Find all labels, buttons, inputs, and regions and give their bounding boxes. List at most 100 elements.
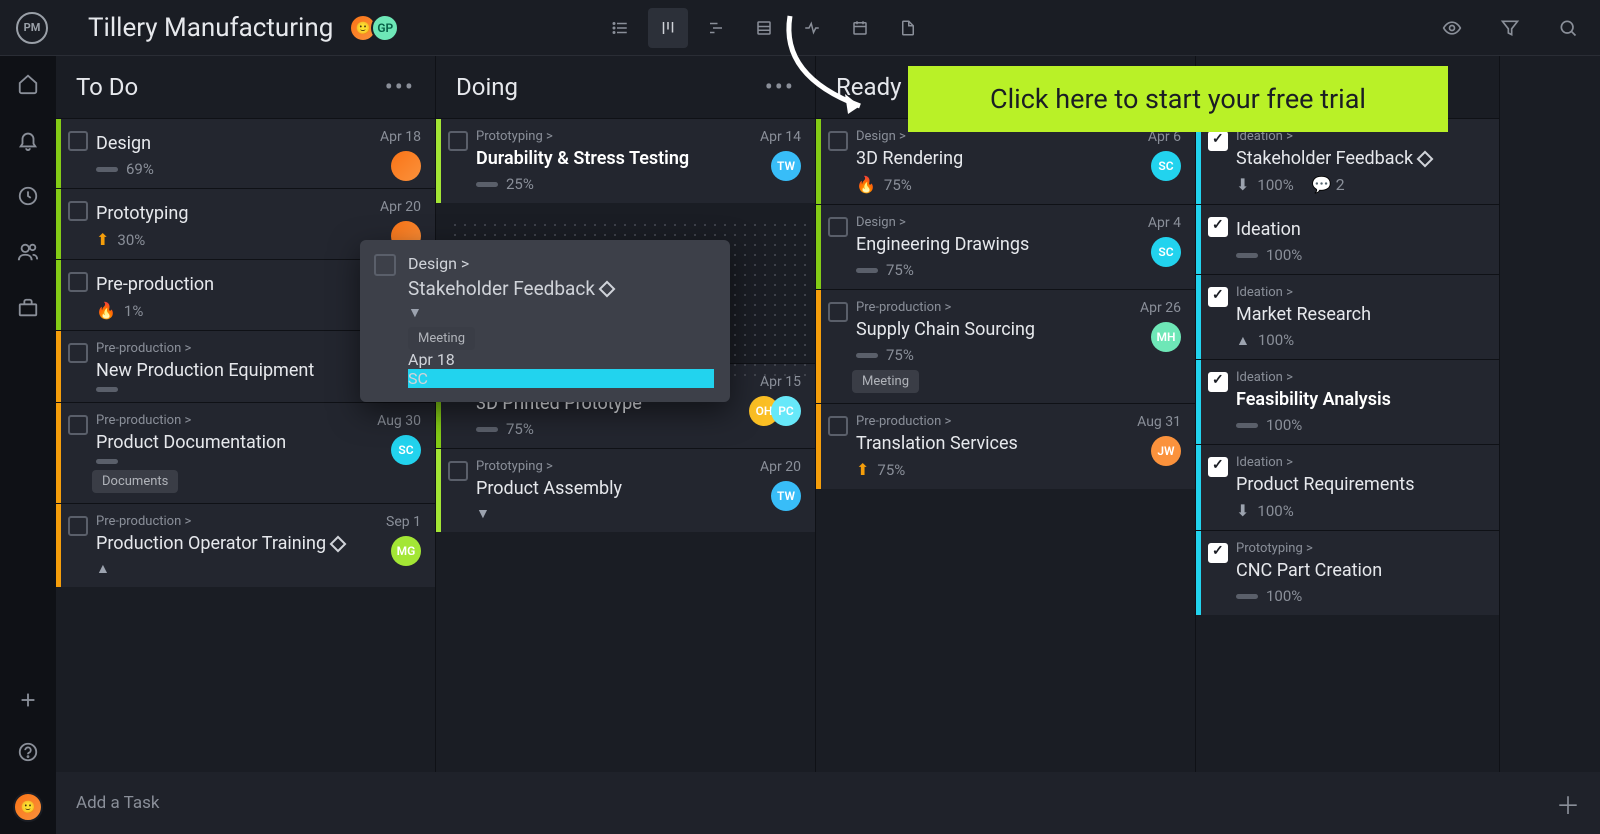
column-done: DoneIdeation >Stakeholder Feedback⬇100%💬… [1196, 56, 1500, 834]
task-card[interactable]: Design >Engineering Drawings75%Apr 4SC [816, 204, 1195, 289]
checkbox[interactable] [68, 131, 88, 151]
briefcase-icon[interactable] [16, 296, 40, 320]
checkbox[interactable] [448, 131, 468, 151]
card-category: Prototyping > [1236, 541, 1483, 556]
assignee-avatar[interactable]: JW [1151, 436, 1181, 466]
milestone-icon [330, 536, 347, 553]
checkbox[interactable] [1208, 217, 1228, 237]
clock-icon[interactable] [16, 184, 40, 208]
checkbox[interactable] [68, 201, 88, 221]
task-card[interactable]: Ideation >Product Requirements⬇100% [1196, 444, 1499, 530]
checkbox[interactable] [68, 516, 88, 536]
card-category: Prototyping > [476, 459, 799, 474]
task-card[interactable]: Design69%Apr 18 [56, 118, 435, 188]
card-percent: 75% [506, 420, 534, 438]
home-icon[interactable] [16, 72, 40, 96]
column-ready: Ready•••Design >3D Rendering🔥75%Apr 6SCD… [816, 56, 1196, 834]
card-stripe [1196, 445, 1201, 530]
activity-view-icon[interactable] [792, 8, 832, 48]
assignee-avatar[interactable]: SC [391, 435, 421, 465]
list-view-icon[interactable] [600, 8, 640, 48]
task-card[interactable]: Pre-production >Translation Services⬆75%… [816, 403, 1195, 489]
card-tag: Documents [92, 470, 178, 493]
checkbox[interactable] [68, 272, 88, 292]
card-title: Feasibility Analysis [1236, 389, 1483, 410]
column-menu-icon[interactable]: ••• [765, 73, 795, 101]
column-doing: Doing ••• Prototyping >Durability & Stress… [436, 56, 816, 834]
free-trial-cta[interactable]: Click here to start your free trial [908, 66, 1448, 132]
task-card[interactable]: Pre-production >Product DocumentationDoc… [56, 402, 435, 503]
team-avatars[interactable]: 🙂 GP [355, 14, 399, 42]
filter-icon[interactable] [1490, 8, 1530, 48]
card-stripe [816, 205, 821, 289]
checkbox[interactable] [448, 461, 468, 481]
task-card[interactable]: Pre-production >Supply Chain Sourcing75%… [816, 289, 1195, 403]
card-title: Market Research [1236, 304, 1483, 325]
checkbox[interactable] [828, 217, 848, 237]
checkbox[interactable] [1208, 543, 1228, 563]
assignee-avatar[interactable] [391, 151, 421, 181]
progress-bar-icon [96, 167, 118, 172]
checkbox[interactable] [1208, 287, 1228, 307]
checkbox[interactable] [828, 416, 848, 436]
task-card[interactable]: Ideation >Market Research▲100% [1196, 274, 1499, 359]
progress-bar-icon [476, 427, 498, 432]
sheet-view-icon[interactable] [744, 8, 784, 48]
assignee-avatar[interactable]: SC [1151, 151, 1181, 181]
checkbox[interactable] [828, 302, 848, 322]
assignee-avatar[interactable]: TW [771, 481, 801, 511]
card-category: Prototyping > [476, 129, 799, 144]
card-stripe [436, 119, 441, 203]
checkbox[interactable] [374, 254, 396, 276]
task-card[interactable]: Ideation100% [1196, 204, 1499, 274]
checkbox[interactable] [828, 131, 848, 151]
card-tag: Meeting [408, 327, 475, 350]
card-stripe [1196, 275, 1201, 359]
card-percent: 100% [1258, 331, 1294, 349]
column-title: Doing [456, 73, 518, 101]
plus-icon[interactable] [16, 688, 40, 712]
assignee-avatar[interactable]: SC [408, 369, 714, 388]
eye-icon[interactable] [1432, 8, 1472, 48]
checkbox[interactable] [1208, 457, 1228, 477]
checkbox[interactable] [68, 343, 88, 363]
add-task-button[interactable]: Add a Task＋ [56, 772, 1600, 834]
task-card[interactable]: Ideation >Feasibility Analysis100% [1196, 359, 1499, 444]
task-card[interactable]: Prototyping >CNC Part Creation100% [1196, 530, 1499, 615]
gantt-view-icon[interactable] [696, 8, 736, 48]
help-icon[interactable] [16, 740, 40, 764]
user-avatar[interactable]: 🙂 [13, 792, 43, 822]
assignee-avatar[interactable]: MG [391, 536, 421, 566]
board-view-icon[interactable] [648, 8, 688, 48]
card-date: Apr 20 [380, 199, 421, 215]
checkbox[interactable] [68, 415, 88, 435]
comments-icon[interactable]: 💬 2 [1312, 175, 1345, 194]
card-date: Aug 30 [377, 413, 421, 429]
priority-up-icon: ⬆ [856, 460, 869, 479]
search-icon[interactable] [1548, 8, 1588, 48]
task-card[interactable]: Pre-production >Production Operator Trai… [56, 503, 435, 587]
card-percent: 100% [1266, 416, 1302, 434]
assignee-avatar[interactable]: MH [1151, 322, 1181, 352]
card-title: CNC Part Creation [1236, 560, 1483, 581]
app-logo[interactable]: PM [16, 12, 48, 44]
assignee-avatar[interactable]: SC [1151, 237, 1181, 267]
card-title: Design [96, 133, 419, 154]
assignee-avatar[interactable]: TW [771, 151, 801, 181]
progress-bar-icon [1236, 594, 1258, 599]
checkbox[interactable] [1208, 131, 1228, 151]
dragging-card[interactable]: Design > Stakeholder Feedback ▼ Meeting … [360, 240, 730, 402]
card-percent: 75% [884, 176, 912, 194]
calendar-view-icon[interactable] [840, 8, 880, 48]
assignee-avatar[interactable]: PC [771, 396, 801, 426]
file-view-icon[interactable] [888, 8, 928, 48]
card-date: Apr 4 [1148, 215, 1181, 231]
checkbox[interactable] [1208, 372, 1228, 392]
task-card[interactable]: Prototyping >Durability & Stress Testing… [436, 118, 815, 203]
people-icon[interactable] [16, 240, 40, 264]
bell-icon[interactable] [16, 128, 40, 152]
card-stripe [56, 260, 61, 330]
column-menu-icon[interactable]: ••• [385, 73, 415, 101]
avatar-gp[interactable]: GP [371, 14, 399, 42]
task-card[interactable]: Prototyping >Product Assembly▼Apr 20TW [436, 448, 815, 532]
